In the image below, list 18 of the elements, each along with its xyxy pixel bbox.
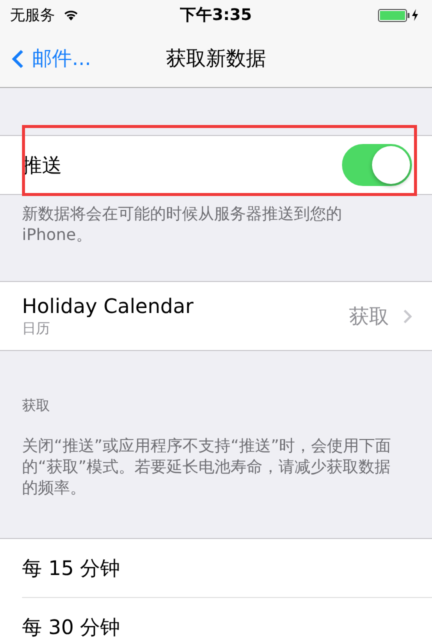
account-row[interactable]: Holiday Calendar 日历 获取 (0, 281, 432, 351)
interval-option[interactable]: 每 30 分钟 (22, 598, 432, 644)
back-button[interactable]: 邮件... (0, 45, 92, 72)
battery-icon (378, 8, 410, 22)
push-description: 新数据将会在可能的时候从服务器推送到您的iPhone。 (21, 203, 343, 245)
wifi-icon (63, 9, 79, 21)
fetch-description: 关闭“推送”或应用程序不支持“推送”时，会使用下面的“获取”模式。若要延长电池寿命，请减少获取数据的频率。 (21, 435, 392, 498)
account-name: Holiday Calendar (22, 294, 194, 318)
account-mode: 获取 (349, 302, 389, 330)
carrier-name: 无服务 (10, 6, 55, 24)
account-type: 日历 (22, 320, 51, 338)
screen-title: 获取新数据 (166, 45, 266, 72)
chevron-icon (403, 308, 412, 324)
push-toggle[interactable] (342, 144, 412, 186)
status-time: 下午3:35 (180, 4, 252, 26)
back-chevron-icon (12, 48, 24, 68)
section-header: 获取 (21, 397, 51, 415)
interval-option[interactable]: 每 15 分钟 (22, 539, 432, 598)
